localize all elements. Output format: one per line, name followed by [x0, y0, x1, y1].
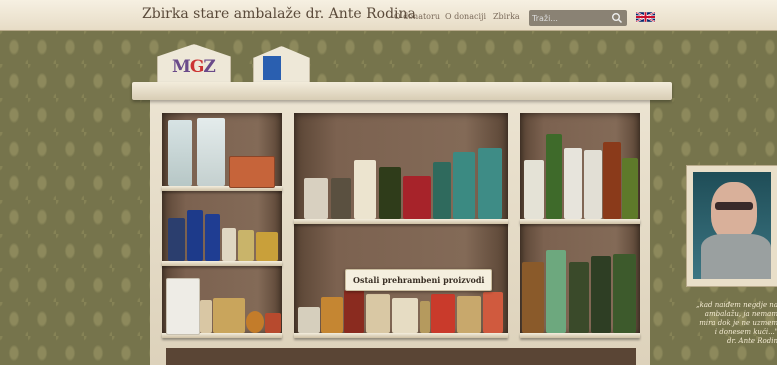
- siphon-bottle-item[interactable]: [546, 250, 566, 333]
- tin-item[interactable]: [246, 311, 264, 333]
- museum-logo: MGZ: [172, 57, 216, 77]
- quote-line: „kad naiđem negdje na: [696, 301, 777, 309]
- cabinet-lower-section: [166, 348, 636, 365]
- bottle-item[interactable]: [222, 228, 236, 261]
- bottle-item[interactable]: [256, 232, 278, 261]
- box-item[interactable]: [265, 313, 281, 333]
- bottle-item[interactable]: [168, 120, 192, 186]
- bottle-item[interactable]: [478, 148, 502, 219]
- box-item[interactable]: [431, 294, 455, 333]
- bottle-item[interactable]: [168, 218, 185, 261]
- search-icon[interactable]: [611, 12, 623, 24]
- tin-item[interactable]: [298, 307, 320, 333]
- nav-o-donaciji[interactable]: O donaciji: [445, 12, 486, 21]
- shelf: [294, 333, 508, 338]
- box-item[interactable]: [392, 298, 418, 333]
- bottle-item[interactable]: [613, 254, 636, 333]
- box-item[interactable]: [420, 301, 430, 333]
- bottle-item[interactable]: [205, 214, 220, 261]
- shelf: [520, 333, 640, 338]
- donor-portrait[interactable]: [686, 165, 777, 287]
- box-item[interactable]: [166, 278, 200, 335]
- quote-line: mira dok je ne uzmem: [699, 319, 777, 327]
- nav-o-donatoru[interactable]: O donatoru: [394, 12, 440, 21]
- bottle-item[interactable]: [433, 162, 451, 219]
- nav-zbirka[interactable]: Zbirka: [493, 12, 520, 21]
- bottle-item[interactable]: [546, 134, 562, 219]
- shelf: [162, 261, 282, 266]
- bottle-item[interactable]: [622, 158, 638, 219]
- search-input[interactable]: [532, 11, 610, 25]
- cabinet-cornice: [132, 82, 672, 100]
- category-tooltip: Ostali prehrambeni proizvodi: [345, 269, 493, 291]
- bottle-item[interactable]: [453, 152, 475, 219]
- site-header: Zbirka stare ambalaže dr. Ante Rodina O …: [0, 0, 777, 31]
- box-item[interactable]: [229, 156, 275, 188]
- shelf: [520, 219, 640, 224]
- shelf: [294, 219, 508, 224]
- bottle-item[interactable]: [331, 178, 351, 219]
- box-item[interactable]: [200, 300, 212, 333]
- box-item[interactable]: [213, 298, 245, 333]
- tin-item[interactable]: [321, 297, 343, 333]
- site-title[interactable]: Zbirka stare ambalaže dr. Ante Rodina: [142, 6, 416, 22]
- bottle-item[interactable]: [524, 160, 544, 219]
- donor-photo: [693, 172, 771, 279]
- quote-line: i donesem kući...": [714, 328, 777, 336]
- box-item[interactable]: [483, 292, 503, 333]
- uk-flag-icon[interactable]: [636, 10, 655, 24]
- bottle-item[interactable]: [522, 262, 544, 333]
- quote-author: dr. Ante Rodin: [727, 337, 777, 345]
- bottle-item[interactable]: [564, 148, 582, 219]
- bottle-item[interactable]: [591, 256, 611, 333]
- bottle-item[interactable]: [354, 160, 376, 219]
- donor-quote: „kad naiđem negdje na ambalažu, ja nemam…: [694, 301, 777, 346]
- bottle-item[interactable]: [603, 142, 621, 219]
- box-item[interactable]: [366, 294, 390, 333]
- bottle-item[interactable]: [187, 210, 203, 261]
- box-item[interactable]: [344, 290, 364, 333]
- bottle-item[interactable]: [238, 230, 254, 261]
- bottle-item[interactable]: [379, 167, 401, 219]
- box-item[interactable]: [403, 176, 431, 219]
- bottle-item[interactable]: [584, 150, 602, 219]
- box-item[interactable]: [457, 296, 481, 333]
- search-box: [529, 10, 627, 26]
- donation-badge-icon: [263, 56, 281, 80]
- bottle-item[interactable]: [304, 178, 328, 219]
- bottle-item[interactable]: [569, 262, 589, 333]
- quote-line: ambalažu, ja nemam: [704, 310, 777, 318]
- bottle-item[interactable]: [197, 118, 225, 186]
